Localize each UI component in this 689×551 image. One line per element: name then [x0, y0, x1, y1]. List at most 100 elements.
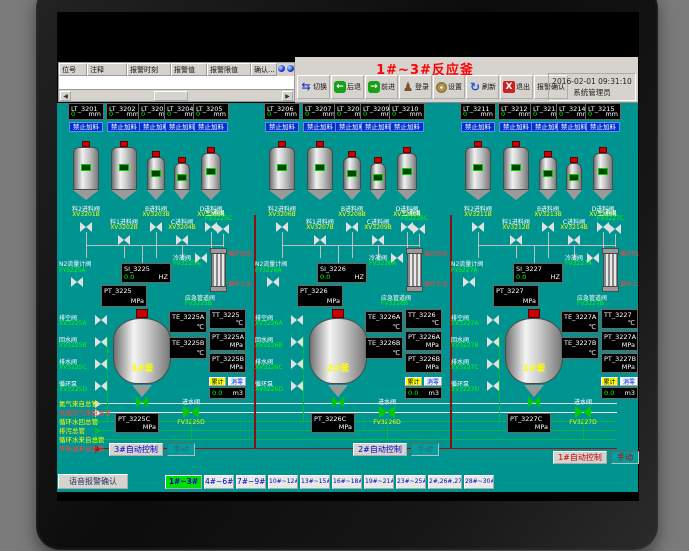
alarm-column-header[interactable]: 报警时刻 — [127, 63, 171, 76]
totalizer-accum-button[interactable]: 累计 — [601, 377, 618, 386]
tank-cone — [201, 190, 221, 200]
feed-valve[interactable] — [176, 235, 188, 245]
feed-valve[interactable] — [568, 235, 580, 245]
aux-valve[interactable] — [95, 337, 107, 347]
manual-control-button[interactable]: 手动 — [411, 443, 439, 456]
three-way-valve[interactable] — [413, 224, 425, 234]
totalizer-accum-button[interactable]: 累计 — [209, 377, 226, 386]
feed-valve[interactable] — [205, 222, 217, 232]
condense-valve[interactable] — [391, 253, 403, 263]
exit-icon: X — [503, 81, 515, 93]
reactor-nav-button[interactable]: 28#~30# — [464, 475, 494, 489]
aux-valve[interactable] — [487, 337, 499, 347]
feed-valve[interactable] — [597, 222, 609, 232]
instrument-unit: ℃ — [589, 349, 596, 357]
reactor-nav-button[interactable]: 10#~12# — [268, 475, 298, 489]
bottom-drain-valve[interactable] — [332, 397, 344, 407]
toolbar-button[interactable]: ⇆切换 — [297, 75, 330, 99]
feed-valve[interactable] — [372, 235, 384, 245]
inlet-valve[interactable] — [379, 406, 395, 418]
aux-valve[interactable] — [487, 381, 499, 391]
tank-cone — [539, 190, 557, 200]
aux-valve[interactable] — [95, 381, 107, 391]
tank-level-box: LT_32100mm — [389, 103, 425, 120]
toolbar-button[interactable]: ↻刷新 — [466, 75, 499, 99]
reactor-nav-button[interactable]: 1#~3# — [165, 475, 202, 489]
alarm-column-header[interactable]: 报警限值 — [207, 63, 251, 76]
feed-valve[interactable] — [314, 235, 326, 245]
aux-valve[interactable] — [95, 359, 107, 369]
feed-valve[interactable] — [118, 235, 130, 245]
reactor-nav-button[interactable]: 2#,26#,27# — [428, 475, 462, 489]
toolbar-button[interactable]: ←后退 — [331, 75, 364, 99]
feed-valve[interactable] — [276, 222, 288, 232]
aux-valve[interactable] — [291, 315, 303, 325]
scrollbar-thumb[interactable] — [154, 91, 188, 101]
scroll-right-icon[interactable]: ▶ — [282, 91, 293, 101]
temp-box-col: TT_3226℃ — [405, 309, 442, 329]
tank-cone — [307, 190, 333, 200]
feed-inhibit-label: 禁止加料 — [194, 122, 228, 132]
instrument-tag: PT_3226 — [300, 287, 328, 295]
alarm-column-header[interactable]: 位号 — [59, 63, 87, 76]
inlet-valve[interactable] — [183, 406, 199, 418]
instrument-unit: ℃ — [432, 319, 439, 327]
inlet-valve[interactable] — [575, 406, 591, 418]
reactor-nav-button[interactable]: 7#~9# — [236, 475, 266, 489]
reactor-nav-button[interactable]: 23#~25# — [396, 475, 426, 489]
n2-flow-valve[interactable] — [71, 277, 83, 287]
voice-alarm-ack-button[interactable]: 语音报警确认 — [58, 474, 128, 489]
auto-control-button[interactable]: 2#自动控制 — [353, 443, 407, 456]
condense-valve[interactable] — [587, 253, 599, 263]
n2-flow-valve[interactable] — [463, 277, 475, 287]
bottom-drain-valve[interactable] — [528, 397, 540, 407]
aux-valve[interactable] — [487, 315, 499, 325]
scroll-left-icon[interactable]: ◀ — [60, 91, 71, 101]
feed-valve[interactable] — [542, 222, 554, 232]
instrument-unit: ℃ — [393, 349, 400, 357]
alarm-column-header[interactable]: 注释 — [87, 63, 127, 76]
tank-screen — [206, 168, 216, 175]
manual-control-button[interactable]: 手动 — [167, 443, 195, 456]
toolbar-button[interactable]: X退出 — [500, 75, 533, 99]
feed-valve[interactable] — [472, 222, 484, 232]
aux-valve[interactable] — [291, 359, 303, 369]
feed-valve[interactable] — [510, 235, 522, 245]
agitator-speed-box: SI_32270.0HZ — [513, 263, 563, 283]
aux-valve[interactable] — [95, 315, 107, 325]
inlet-valve-name: 进水阀 — [371, 397, 403, 406]
feed-valve[interactable] — [150, 222, 162, 232]
reactor-nav-button[interactable]: 4#~6# — [204, 475, 234, 489]
toolbar-button[interactable]: 设置 — [433, 75, 465, 99]
alarm-table-scrollbar[interactable]: ◀ ▶ — [59, 89, 294, 101]
totalizer-reset-button[interactable]: 消零 — [228, 377, 246, 386]
totalizer-reset-button[interactable]: 消零 — [620, 377, 638, 386]
reactor-nav-button[interactable]: 19#~21# — [364, 475, 394, 489]
temp-box-b: TE_3225B℃ — [169, 337, 207, 359]
feed-valve[interactable] — [401, 222, 413, 232]
toolbar-button[interactable]: ♟登录 — [399, 75, 432, 99]
aux-valve[interactable] — [291, 337, 303, 347]
three-way-valve[interactable] — [217, 224, 229, 234]
alarm-column-header[interactable]: 报警值 — [171, 63, 207, 76]
instrument-tag: PT_3226A — [408, 333, 440, 341]
alarm-column-header[interactable]: 确认... — [251, 63, 277, 76]
toolbar-button[interactable]: →前进 — [365, 75, 398, 99]
auto-control-button[interactable]: 1#自动控制 — [553, 451, 607, 464]
tank-cone — [370, 190, 386, 200]
totalizer-reset-button[interactable]: 消零 — [424, 377, 442, 386]
bottom-drain-valve[interactable] — [136, 397, 148, 407]
manual-control-button[interactable]: 手动 — [611, 451, 639, 464]
feed-valve[interactable] — [346, 222, 358, 232]
aux-valve[interactable] — [291, 381, 303, 391]
feed-valve[interactable] — [80, 222, 92, 232]
condense-valve[interactable] — [195, 253, 207, 263]
reactor-nav-button[interactable]: 16#~18# — [332, 475, 362, 489]
auto-control-button[interactable]: 3#自动控制 — [109, 443, 163, 456]
totalizer-accum-button[interactable]: 累计 — [405, 377, 422, 386]
three-way-valve[interactable] — [609, 224, 621, 234]
aux-valve[interactable] — [487, 359, 499, 369]
n2-flow-valve[interactable] — [267, 277, 279, 287]
agitator-speed-box: SI_32260.0HZ — [317, 263, 367, 283]
reactor-nav-button[interactable]: 13#~15# — [300, 475, 330, 489]
